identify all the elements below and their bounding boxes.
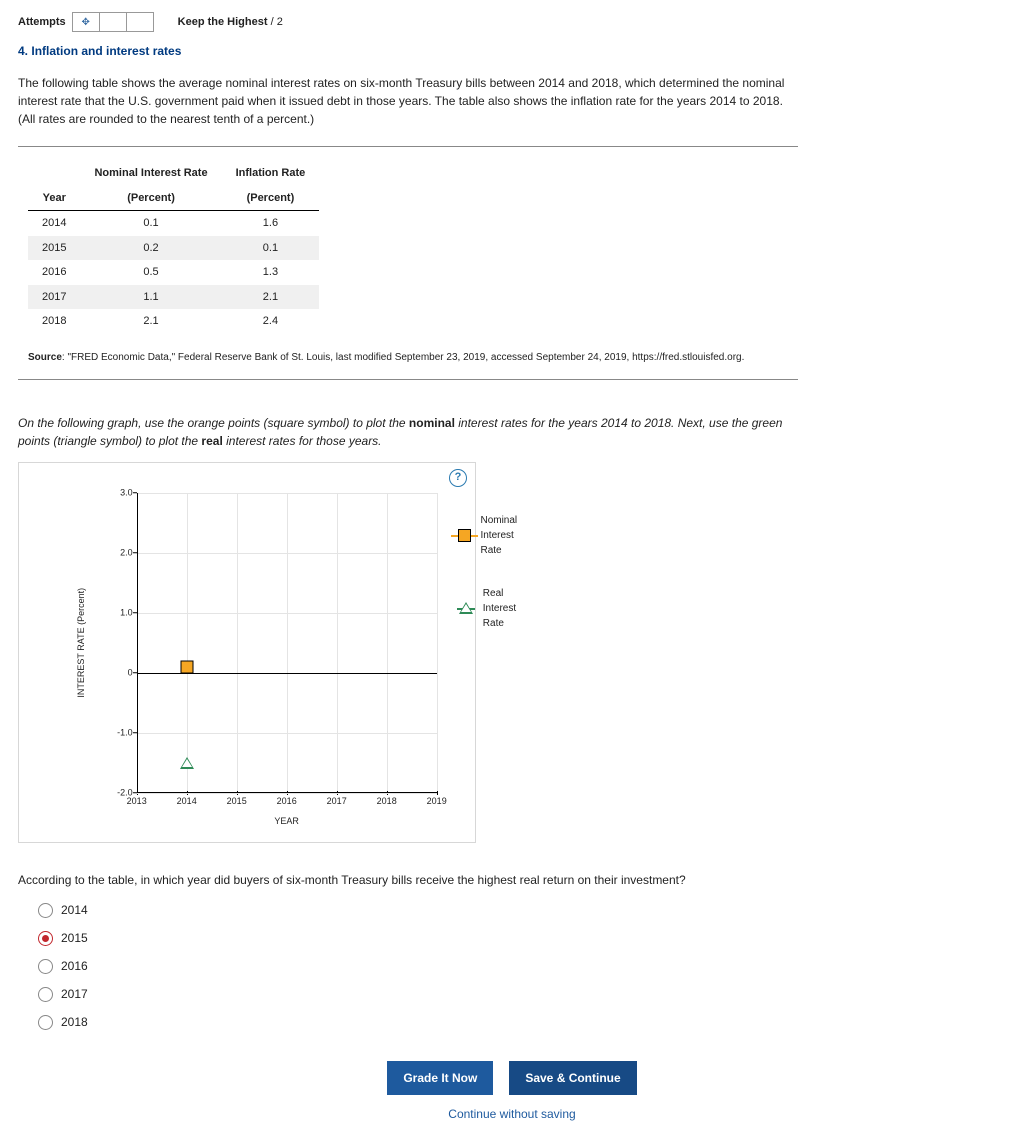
- section-title: 4. Inflation and interest rates: [18, 42, 1006, 60]
- th-year: Year: [28, 186, 80, 211]
- question-text: According to the table, in which year di…: [18, 871, 1006, 889]
- continue-without-saving-link[interactable]: Continue without saving: [18, 1105, 1006, 1123]
- attempt-slot-2[interactable]: [127, 13, 153, 31]
- attempts-bar: Attempts ✥ Keep the Highest / 2: [18, 12, 1006, 32]
- real-point[interactable]: [180, 757, 194, 769]
- th-nominal-unit: (Percent): [80, 186, 221, 211]
- keep-highest-label: Keep the Highest: [178, 16, 268, 28]
- footer-buttons: Grade It Now Save & Continue: [18, 1061, 1006, 1095]
- radio-icon[interactable]: [38, 931, 53, 946]
- radio-icon[interactable]: [38, 903, 53, 918]
- table-row: 20160.51.3: [28, 260, 319, 285]
- plot-area[interactable]: 2013201420152016201720182019-2.0-1.001.0…: [137, 493, 437, 793]
- th-nominal: Nominal Interest Rate: [80, 161, 221, 186]
- save-continue-button[interactable]: Save & Continue: [509, 1061, 636, 1095]
- move-icon[interactable]: ✥: [73, 13, 100, 31]
- table-row: 20150.20.1: [28, 236, 319, 261]
- radio-icon[interactable]: [38, 1015, 53, 1030]
- legend-real[interactable]: Real Interest Rate: [457, 586, 532, 631]
- divider: [18, 379, 798, 380]
- nominal-point[interactable]: [180, 660, 193, 673]
- y-axis-label: INTEREST RATE (Percent): [75, 588, 89, 698]
- source-line: Source: "FRED Economic Data," Federal Re…: [28, 350, 808, 365]
- th-inflation-unit: (Percent): [222, 186, 320, 211]
- radio-options: 2014 2015 2016 2017 2018: [38, 901, 1006, 1031]
- triangle-icon: [459, 602, 473, 614]
- chart-container[interactable]: ? INTEREST RATE (Percent) 20132014201520…: [18, 462, 476, 844]
- attempt-slot-1[interactable]: [100, 13, 127, 31]
- option-2016[interactable]: 2016: [38, 957, 1006, 975]
- square-icon: [458, 529, 471, 542]
- chart-legend[interactable]: Nominal Interest Rate Real Interest Rate: [457, 513, 532, 659]
- th-inflation: Inflation Rate: [222, 161, 320, 186]
- graph-instructions: On the following graph, use the orange p…: [18, 414, 798, 450]
- attempt-boxes[interactable]: ✥: [72, 12, 154, 32]
- table-row: 20171.12.1: [28, 285, 319, 310]
- table-row: 20182.12.4: [28, 309, 319, 334]
- table-row: 20140.11.6: [28, 211, 319, 236]
- intro-text: The following table shows the average no…: [18, 74, 798, 128]
- option-2017[interactable]: 2017: [38, 985, 1006, 1003]
- attempts-label: Attempts: [18, 14, 66, 31]
- divider: [18, 146, 798, 147]
- radio-icon[interactable]: [38, 987, 53, 1002]
- option-2015[interactable]: 2015: [38, 929, 1006, 947]
- radio-icon[interactable]: [38, 959, 53, 974]
- legend-nominal[interactable]: Nominal Interest Rate: [457, 513, 532, 558]
- rates-table: Nominal Interest Rate Inflation Rate Yea…: [28, 161, 319, 334]
- keep-highest-of: / 2: [271, 16, 283, 28]
- help-icon[interactable]: ?: [449, 469, 467, 487]
- grade-button[interactable]: Grade It Now: [387, 1061, 493, 1095]
- option-2018[interactable]: 2018: [38, 1013, 1006, 1031]
- x-axis-label: YEAR: [274, 815, 299, 829]
- option-2014[interactable]: 2014: [38, 901, 1006, 919]
